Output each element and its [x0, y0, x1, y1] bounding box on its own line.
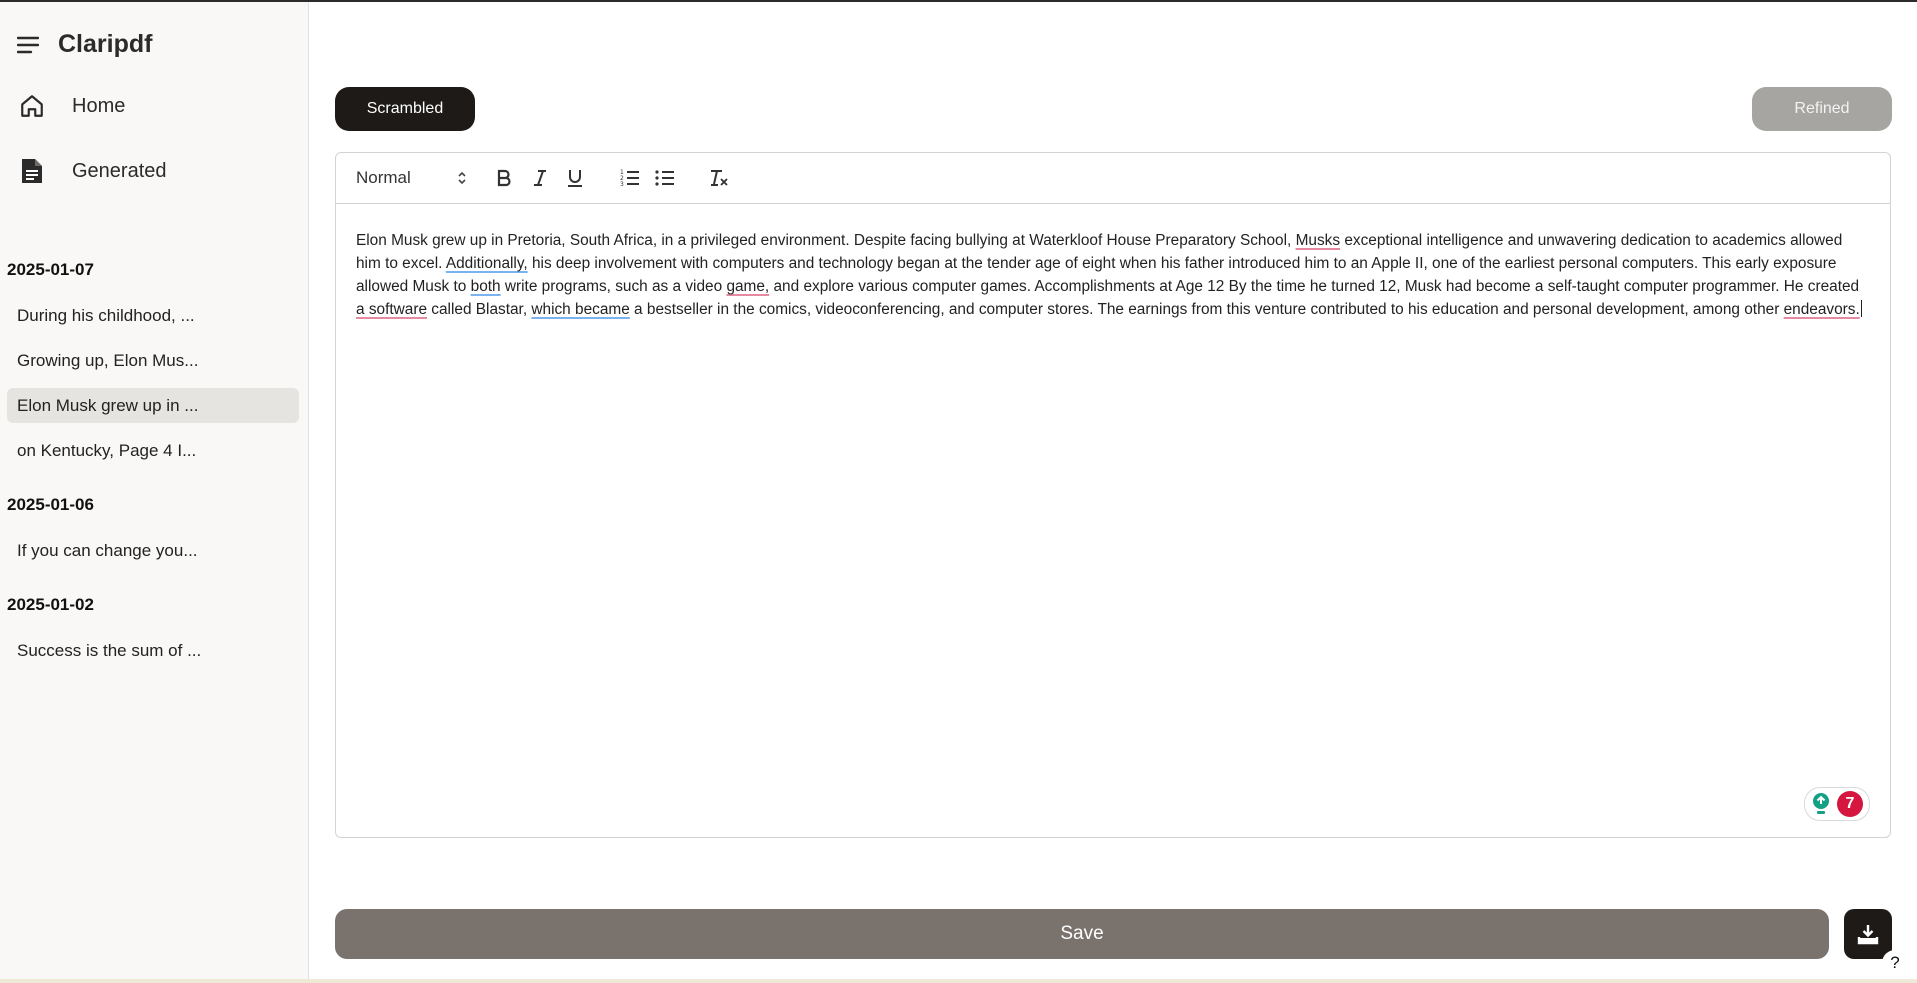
- nav-home-label: Home: [72, 94, 126, 117]
- text-caret: [1860, 300, 1862, 317]
- hamburger-menu-icon[interactable]: [16, 33, 40, 57]
- help-button[interactable]: ?: [1882, 950, 1908, 976]
- rich-text-editor: Normal 123 Elon Musk grew up in Pretoria…: [335, 152, 1891, 838]
- underline-icon[interactable]: [563, 165, 587, 191]
- save-button[interactable]: Save: [335, 909, 1829, 959]
- clear-format-icon[interactable]: [706, 165, 732, 191]
- text-segment: write programs, such as a video: [500, 278, 727, 295]
- home-icon: [16, 90, 48, 122]
- nav-home[interactable]: Home: [16, 90, 125, 122]
- nav-generated[interactable]: Generated: [16, 155, 167, 187]
- grammar-flag[interactable]: Additionally,: [446, 255, 528, 272]
- download-button[interactable]: [1844, 909, 1892, 959]
- document-icon: [16, 155, 48, 187]
- grammar-count-badge: 7: [1837, 791, 1863, 817]
- sort-arrows-icon: [458, 171, 466, 185]
- editor-toolbar: Normal 123: [336, 153, 1890, 204]
- date-group-heading: 2025-01-07: [7, 260, 94, 279]
- brand: Claripdf: [16, 30, 152, 59]
- grammar-flag[interactable]: both: [471, 278, 501, 295]
- bold-icon[interactable]: [492, 165, 516, 191]
- editor-content[interactable]: Elon Musk grew up in Pretoria, South Afr…: [356, 229, 1871, 321]
- grammar-checker-widget[interactable]: 7: [1804, 787, 1870, 821]
- date-group-heading: 2025-01-06: [7, 495, 94, 514]
- ordered-list-icon[interactable]: 123: [617, 165, 643, 191]
- text-segment: called Blastar,: [427, 301, 532, 318]
- text-segment: Elon Musk grew up in Pretoria, South Afr…: [356, 232, 1296, 249]
- tab-refined[interactable]: Refined: [1752, 87, 1892, 131]
- download-icon: [1857, 925, 1879, 945]
- spelling-flag[interactable]: game,: [726, 278, 769, 295]
- text-segment: and explore various computer games. Acco…: [769, 278, 1860, 295]
- bottom-strip: [0, 979, 1917, 983]
- text-segment: a bestseller in the comics, videoconfere…: [629, 301, 1784, 318]
- history-item[interactable]: on Kentucky, Page 4 I...: [7, 433, 299, 468]
- nav-generated-label: Generated: [72, 159, 167, 182]
- app-name: Claripdf: [58, 30, 153, 58]
- format-select[interactable]: Normal: [356, 165, 466, 191]
- format-select-value: Normal: [356, 168, 411, 187]
- history-item[interactable]: During his childhood, ...: [7, 298, 299, 333]
- history-item-active[interactable]: Elon Musk grew up in ...: [7, 388, 299, 423]
- bullet-list-icon[interactable]: [652, 165, 678, 191]
- sidebar: Claripdf Home Generated 2025-01-07 Durin…: [0, 2, 309, 983]
- date-group-heading: 2025-01-02: [7, 595, 94, 614]
- grammar-flag[interactable]: which became: [531, 301, 629, 318]
- history-item[interactable]: If you can change you...: [7, 533, 299, 568]
- history-item[interactable]: Success is the sum of ...: [7, 633, 299, 668]
- spelling-flag[interactable]: endeavors.: [1784, 301, 1860, 318]
- svg-text:3: 3: [620, 181, 624, 187]
- spelling-flag[interactable]: a software: [356, 301, 427, 318]
- italic-icon[interactable]: [528, 165, 552, 191]
- tab-scrambled[interactable]: Scrambled: [335, 87, 475, 131]
- lightbulb-icon: [1813, 793, 1829, 814]
- spelling-flag[interactable]: Musks: [1296, 232, 1340, 249]
- history-item[interactable]: Growing up, Elon Mus...: [7, 343, 299, 378]
